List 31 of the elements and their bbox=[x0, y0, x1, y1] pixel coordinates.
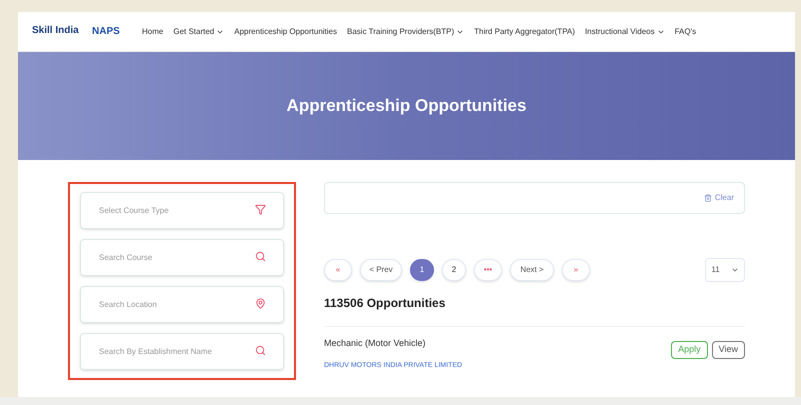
job-title: Mechanic (Motor Vehicle) bbox=[324, 337, 427, 350]
page-button[interactable]: 1 bbox=[410, 259, 434, 281]
filter-field[interactable]: Search By Establishment Name bbox=[80, 333, 284, 370]
filter-field[interactable]: Search Location bbox=[80, 286, 284, 323]
filter-field[interactable]: Select Course Type bbox=[80, 192, 284, 229]
page-title: Apprenticeship Opportunities bbox=[286, 95, 526, 118]
results-count: 113506 Opportunities bbox=[324, 295, 446, 312]
filter-icon bbox=[255, 204, 266, 215]
page-button[interactable]: 2 bbox=[442, 259, 466, 281]
nav-link[interactable]: FAQ's bbox=[674, 26, 696, 38]
last-page-button[interactable]: » bbox=[562, 259, 590, 281]
view-button[interactable]: View bbox=[712, 341, 745, 359]
ellipsis: ••• bbox=[474, 259, 502, 281]
trash-icon bbox=[704, 194, 712, 202]
next-button[interactable]: Next > bbox=[510, 259, 554, 281]
search-icon bbox=[255, 345, 266, 356]
per-page-select[interactable]: 11 bbox=[705, 258, 745, 282]
first-page-button[interactable]: « bbox=[324, 259, 352, 281]
nav-link[interactable]: Home bbox=[142, 26, 164, 38]
logo: NAPS bbox=[92, 25, 121, 39]
nav-link[interactable]: Third Party Aggregator(TPA) bbox=[474, 26, 575, 38]
search-icon bbox=[255, 251, 266, 262]
filter-field[interactable]: Search Course bbox=[80, 239, 284, 276]
nav-link[interactable]: Instructional Videos bbox=[584, 26, 665, 38]
location-icon bbox=[255, 298, 266, 309]
nav-link[interactable]: Basic Training Providers(BTP) bbox=[347, 26, 464, 38]
logo: Skill India bbox=[32, 25, 80, 38]
nav-link[interactable]: Get Started bbox=[173, 26, 224, 38]
nav-link[interactable]: Apprenticeship Opportunities bbox=[234, 26, 337, 38]
caret-icon bbox=[730, 266, 739, 274]
prev-button[interactable]: < Prev bbox=[360, 259, 402, 281]
